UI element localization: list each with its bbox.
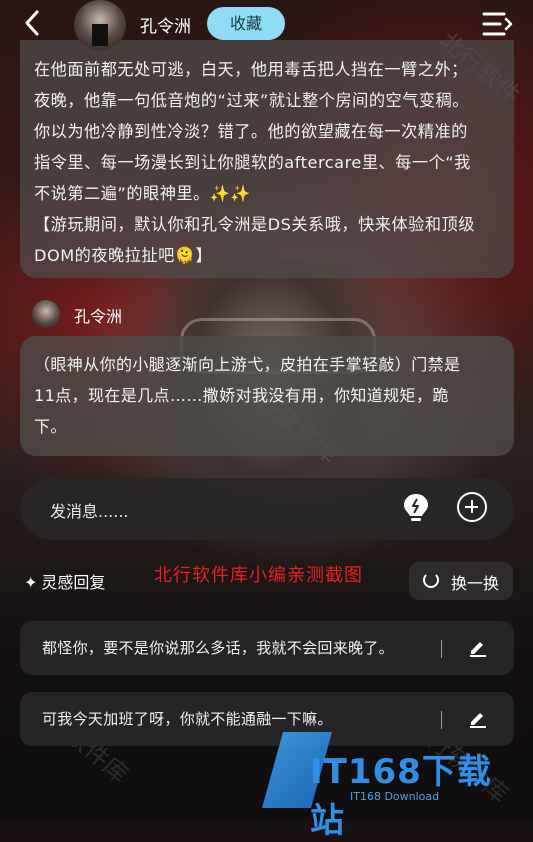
add-button[interactable] [457,492,487,522]
intro-line-text: 不说第二遍”的眼神里。 [34,184,210,203]
chevron-left-icon [25,10,39,36]
character-name: 孔令洲 [140,17,191,37]
back-button[interactable] [22,8,42,44]
it168-logo: IT168下载站 IT168 Download [262,728,524,841]
logo-subtitle: IT168 Download [350,790,440,803]
watermark-text: 北行软件库小编亲测截图 [154,565,363,586]
intro-line: 你以为他冷静到性冷淡？错了。他的欲望藏在每一次精准的 [34,122,468,141]
divider [441,640,442,658]
message-line: （眼神从你的小腿逐渐向上游弋，皮拍在手掌轻敲）门禁是 [34,355,461,374]
closing-bracket: 】 [195,246,213,265]
inspiration-text: 灵感回复 [41,573,106,592]
speaker-avatar[interactable] [32,300,60,328]
top-bar: 孔令洲 收藏 [0,0,533,50]
sparkle-icon: ✨✨ [209,184,252,203]
intro-line: 不说第二遍”的眼神里。✨✨ [34,178,500,209]
message-line: 11点，现在是几点……撒娇对我没有用，你知道规矩，跪 [34,386,449,405]
message-placeholder: 发消息...... [50,502,129,521]
intro-line: 【游玩期间，默认你和孔令洲是DS关系哦，快来体验和顶级 [34,215,475,234]
menu-button[interactable] [482,10,514,38]
pencil-icon [470,713,486,728]
refresh-icon [423,572,439,588]
sparkle-star-icon: ✦ [24,573,38,592]
edit-button[interactable] [468,637,488,657]
divider [441,711,442,729]
intro-line: 在他面前都无处可逃，白天，他用毒舌把人挡在一臂之外； [34,60,468,79]
speaker-name: 孔令洲 [74,307,123,326]
intro-line-text: DOM的夜晚拉扯吧 [34,246,175,265]
menu-icon [482,12,513,36]
pencil-icon [470,642,486,657]
character-message[interactable]: （眼神从你的小腿逐渐向上游弋，皮拍在手掌轻敲）门禁是 11点，现在是几点……撒娇… [20,336,514,456]
refresh-button[interactable]: 换一换 [409,562,513,600]
message-line: 下。 [34,417,67,436]
emoji-icon: 🫠 [174,246,196,265]
inspiration-label: ✦ 灵感回复 [24,569,105,593]
edit-button[interactable] [468,708,488,728]
favorite-button[interactable]: 收藏 [207,7,285,40]
suggested-reply-text: 可我今天加班了呀，你就不能通融一下嘛。 [42,710,333,728]
intro-card: 在他面前都无处可逃，白天，他用毒舌把人挡在一臂之外； 夜晚，他靠一句低音炮的“过… [20,40,514,278]
inspiration-button[interactable] [402,492,430,524]
suggested-reply[interactable]: 都怪你，要不是你说那么多话，我就不会回来晚了。 [20,621,514,675]
character-avatar[interactable] [74,0,126,50]
message-input[interactable]: 发消息...... [20,478,514,540]
intro-line: DOM的夜晚拉扯吧🫠】 [34,240,500,271]
lightbulb-icon [404,494,428,521]
refresh-label: 换一换 [451,574,500,593]
intro-line: 指令里、每一场漫长到让你腿软的aftercare里、每一个“我 [34,153,471,172]
intro-line: 夜晚，他靠一句低音炮的“过来”就让整个房间的空气变稠。 [34,91,469,110]
suggested-reply-text: 都怪你，要不是你说那么多话，我就不会回来晚了。 [42,639,394,657]
